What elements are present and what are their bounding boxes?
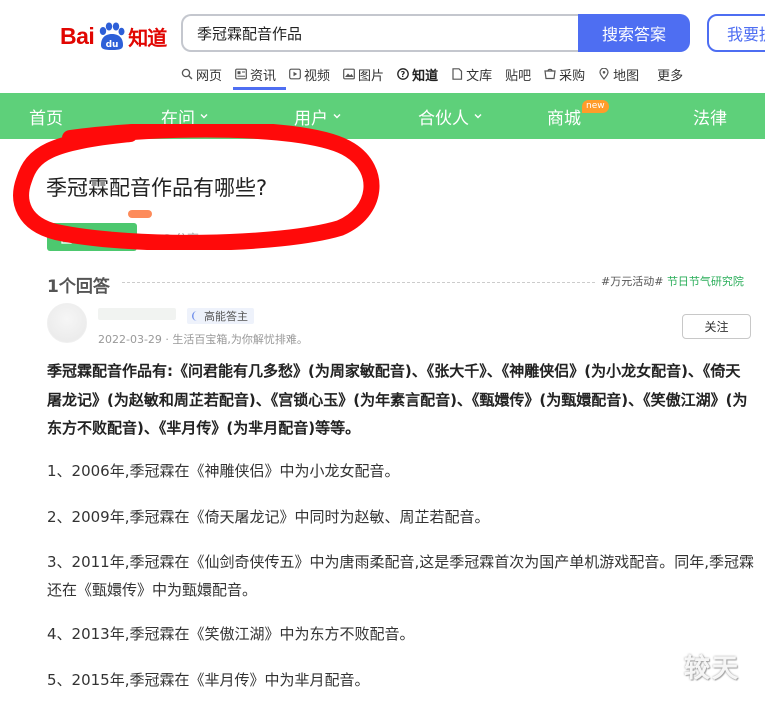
subnav-item-map[interactable]: 地图: [598, 62, 639, 86]
answerer-name[interactable]: [98, 308, 176, 320]
nav-label: 合伙人: [418, 108, 469, 129]
header: Bai du 知道 搜索答案 我要提问 网页 资讯 视频 图片: [0, 0, 765, 93]
nav-item-mall[interactable]: 商城: [547, 93, 581, 139]
subnav-label: 贴吧: [505, 68, 532, 84]
answer-summary: 季冠霖配音作品有:《问君能有几多愁》(为周家敏配音)、《张大千》、《神雕侠侣》(…: [47, 362, 748, 437]
subnav-item-purchase[interactable]: 采购: [544, 62, 585, 86]
subnav-item-web[interactable]: 网页: [181, 62, 222, 86]
question-icon: ?: [397, 68, 409, 80]
answer-item: 5、2015年,季冠霖在《芈月传》中为芈月配音。: [47, 671, 370, 689]
paw-icon: du: [100, 22, 125, 50]
answer-item: 3、2011年,季冠霖在《仙剑奇侠传五》中为唐雨柔配音,这是季冠霖首次为国产单机…: [47, 553, 755, 599]
answer-item: 4、2013年,季冠霖在《笑傲江湖》中为东方不败配音。: [47, 625, 415, 643]
subnav-label: 知道: [412, 68, 439, 84]
chevron-down-icon: [333, 114, 341, 119]
chevron-down-icon: [200, 114, 208, 119]
subnav-label: 文库: [466, 68, 493, 84]
search-box: [181, 14, 578, 52]
subnav-label: 资讯: [250, 68, 277, 84]
nav-item-partner[interactable]: 合伙人: [418, 93, 482, 139]
image-icon: [343, 68, 355, 80]
map-icon: [599, 68, 609, 80]
topic-tag-green[interactable]: 节日节气研究院: [667, 275, 744, 288]
subnav-item-zhidao[interactable]: ? 知道: [397, 62, 438, 86]
topic-tags: #万元活动# 节日节气研究院: [601, 273, 744, 289]
edit-icon: [61, 231, 74, 244]
chevron-down-icon: [474, 114, 482, 119]
reward-tag: [128, 210, 152, 218]
search-input[interactable]: [183, 16, 578, 50]
nav-label: 在问: [161, 108, 195, 129]
nav-item-home[interactable]: 首页: [29, 93, 63, 139]
subnav-label: 视频: [304, 68, 331, 84]
ask-question-button[interactable]: 我要提问: [707, 14, 765, 52]
doc-icon: [452, 68, 463, 80]
baidu-zhidao-logo[interactable]: Bai du 知道: [60, 16, 167, 56]
answerer-avatar[interactable]: [47, 303, 87, 343]
search-vertical-nav: 网页 资讯 视频 图片 ? 知道 文库 贴吧 采购 地图 更多: [181, 62, 696, 90]
share-icon: [162, 234, 172, 244]
subnav-item-news[interactable]: 资讯: [235, 62, 276, 86]
nav-label: 首页: [29, 108, 63, 129]
svg-text:?: ?: [401, 70, 406, 79]
search-button[interactable]: 搜索答案: [578, 14, 690, 52]
subnav-item-tieba[interactable]: 贴吧: [505, 62, 531, 86]
subnav-label: 地图: [613, 68, 640, 84]
nav-item-law[interactable]: 法律: [693, 93, 727, 139]
nav-item-users[interactable]: 用户: [294, 93, 341, 139]
video-icon: [289, 68, 301, 80]
cart-icon: [544, 68, 556, 80]
nav-label: 法律: [693, 108, 727, 129]
subnav-item-wenku[interactable]: 文库: [451, 62, 492, 86]
logo-text-cn: 知道: [128, 25, 167, 50]
answer-question-button[interactable]: 我来答: [47, 223, 137, 251]
subnav-item-image[interactable]: 图片: [343, 62, 384, 86]
new-badge: new: [582, 100, 609, 113]
question-title: 季冠霖配音作品有哪些?: [46, 176, 268, 200]
subnav-label: 图片: [358, 68, 385, 84]
watermark-text: 较天: [684, 654, 741, 684]
answer-meta: 2022-03-29 · 生活百宝箱,为你解忧排难。: [98, 333, 308, 346]
answer-count: 1个回答: [47, 277, 110, 297]
follow-button[interactable]: 关注: [682, 314, 751, 339]
nav-label: 用户: [294, 108, 328, 129]
moon-icon: [192, 311, 197, 321]
section-divider: [122, 282, 595, 283]
active-tab-underline: [233, 87, 286, 90]
level-badge-label: 高能答主: [204, 310, 248, 323]
nav-label: 商城: [547, 108, 581, 129]
answer-button-label: 我来答: [78, 231, 118, 247]
nav-item-asking[interactable]: 在问: [161, 93, 208, 139]
subnav-item-video[interactable]: 视频: [289, 62, 330, 86]
share-link[interactable]: 分享: [162, 230, 199, 247]
answerer-level-badge: 高能答主: [187, 308, 254, 324]
topic-tag[interactable]: #万元活动#: [601, 275, 663, 288]
share-label: 分享: [175, 232, 200, 246]
subnav-label: 网页: [196, 68, 223, 84]
svg-text:du: du: [106, 40, 119, 50]
news-icon: [235, 68, 247, 80]
subnav-item-more[interactable]: 更多: [657, 62, 683, 86]
answer-item: 1、2006年,季冠霖在《神雕侠侣》中为小龙女配音。: [47, 462, 400, 480]
logo-text-latin: Bai: [60, 22, 95, 49]
answer-item: 2、2009年,季冠霖在《倚天屠龙记》中同时为赵敏、周芷若配音。: [47, 508, 490, 526]
subnav-label: 采购: [559, 68, 586, 84]
subnav-label: 更多: [657, 68, 684, 84]
search-icon: [181, 68, 193, 80]
main-nav-bar: 首页 在问 用户 合伙人 商城 法律: [0, 93, 765, 139]
